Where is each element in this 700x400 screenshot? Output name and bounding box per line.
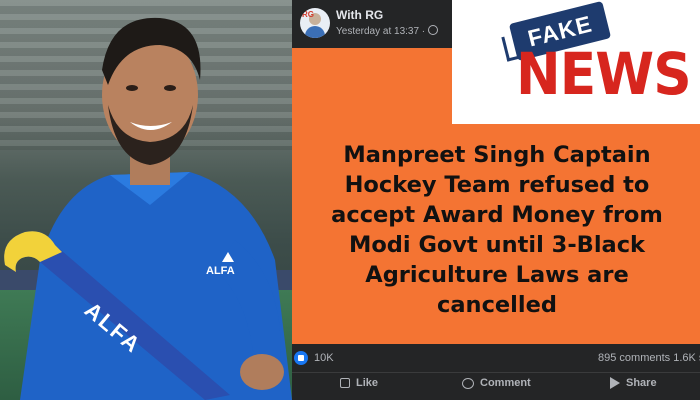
like-label: Like (356, 377, 379, 389)
likes-count[interactable]: 10K (314, 352, 334, 364)
comments-shares-count[interactable]: 895 comments 1.6K shares (598, 352, 700, 364)
post-headline: Manpreet Singh Captain Hockey Team refus… (331, 142, 663, 318)
post-timestamp[interactable]: Yesterday at 13:37 · (336, 25, 439, 37)
author-name[interactable]: With RG (336, 8, 383, 22)
comment-label: Comment (480, 377, 531, 389)
globe-icon (428, 25, 439, 35)
player-hand (240, 354, 284, 390)
avatar-logo-text: RG (302, 10, 314, 19)
news-label-text: NEWS (516, 40, 692, 108)
comment-button[interactable]: Comment (462, 377, 531, 389)
share-icon (610, 377, 620, 389)
author-avatar[interactable]: RG (300, 8, 330, 38)
player-illustration (4, 17, 292, 400)
player-photo: ALFA ALFA (0, 0, 292, 400)
share-label: Share (626, 377, 657, 389)
post-stats: 10K 895 comments 1.6K shares (292, 344, 700, 372)
timestamp-text: Yesterday at 13:37 · (336, 26, 426, 37)
share-button[interactable]: Share (610, 377, 657, 389)
like-button[interactable]: Like (340, 377, 378, 389)
post-header: RG With RG Yesterday at 13:37 · (292, 0, 452, 48)
jersey-logo-text: ALFA (206, 265, 235, 277)
comment-icon (462, 377, 474, 389)
post-actions: Like Comment Share (292, 373, 700, 400)
like-reaction-icon[interactable] (294, 351, 308, 365)
thumbs-up-icon (340, 378, 350, 388)
fake-news-stamp: FAKE NEWS (452, 0, 700, 124)
